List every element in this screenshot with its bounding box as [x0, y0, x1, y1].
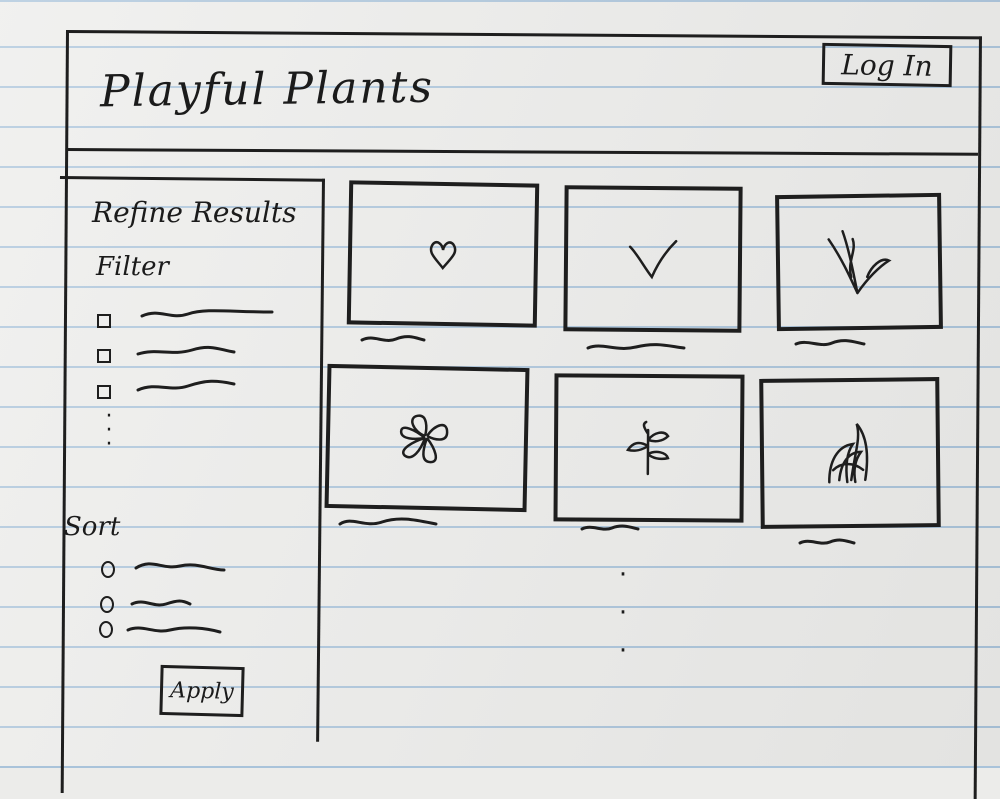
product-card[interactable] — [759, 377, 941, 550]
product-image — [563, 185, 743, 333]
product-image — [775, 192, 943, 332]
product-image — [346, 180, 540, 328]
sort-option-label-2 — [130, 599, 192, 607]
v-sprout-icon — [628, 239, 678, 280]
filter-option-label-2 — [136, 345, 236, 356]
product-card[interactable] — [775, 192, 943, 352]
more-filters-ellipsis: · · · — [105, 404, 113, 457]
product-name-placeholder — [586, 343, 686, 350]
filter-sidebar — [54, 176, 325, 742]
filter-option-label-1 — [140, 309, 274, 318]
apply-button[interactable]: Apply — [159, 664, 245, 718]
filter-checkbox-1[interactable] — [97, 314, 111, 328]
product-name-placeholder — [798, 538, 856, 545]
sort-radio-1[interactable] — [101, 561, 115, 578]
filter-checkbox-2[interactable] — [97, 349, 111, 363]
sort-heading: Sort — [64, 512, 121, 542]
leafy-sprout-icon — [827, 229, 892, 295]
sort-radio-2[interactable] — [100, 596, 114, 613]
product-name-placeholder — [580, 524, 640, 531]
sort-radio-3[interactable] — [99, 621, 113, 638]
product-image — [553, 373, 745, 523]
herb-sprig-icon — [625, 420, 670, 476]
more-products-ellipsis: · · · — [618, 560, 628, 666]
product-card[interactable] — [553, 373, 745, 534]
product-image — [324, 363, 530, 513]
product-card[interactable] — [346, 180, 540, 347]
grass-icon — [828, 423, 869, 484]
login-button[interactable]: Log In — [821, 42, 953, 88]
product-card[interactable] — [324, 363, 530, 532]
product-name-placeholder — [338, 517, 438, 526]
refine-results-heading: Refine Results — [92, 196, 297, 229]
product-card[interactable] — [563, 185, 743, 354]
filter-heading: Filter — [96, 252, 169, 282]
product-image — [759, 377, 941, 529]
sort-option-label-1 — [134, 562, 226, 572]
filter-checkbox-3[interactable] — [97, 385, 111, 399]
product-name-placeholder — [360, 335, 426, 342]
product-name-placeholder — [794, 339, 866, 347]
flower-icon — [399, 414, 449, 464]
app-title: Playful Plants — [99, 61, 435, 118]
filter-option-label-3 — [136, 379, 236, 392]
heart-sprout-icon — [429, 241, 457, 270]
sort-option-label-3 — [126, 626, 222, 634]
